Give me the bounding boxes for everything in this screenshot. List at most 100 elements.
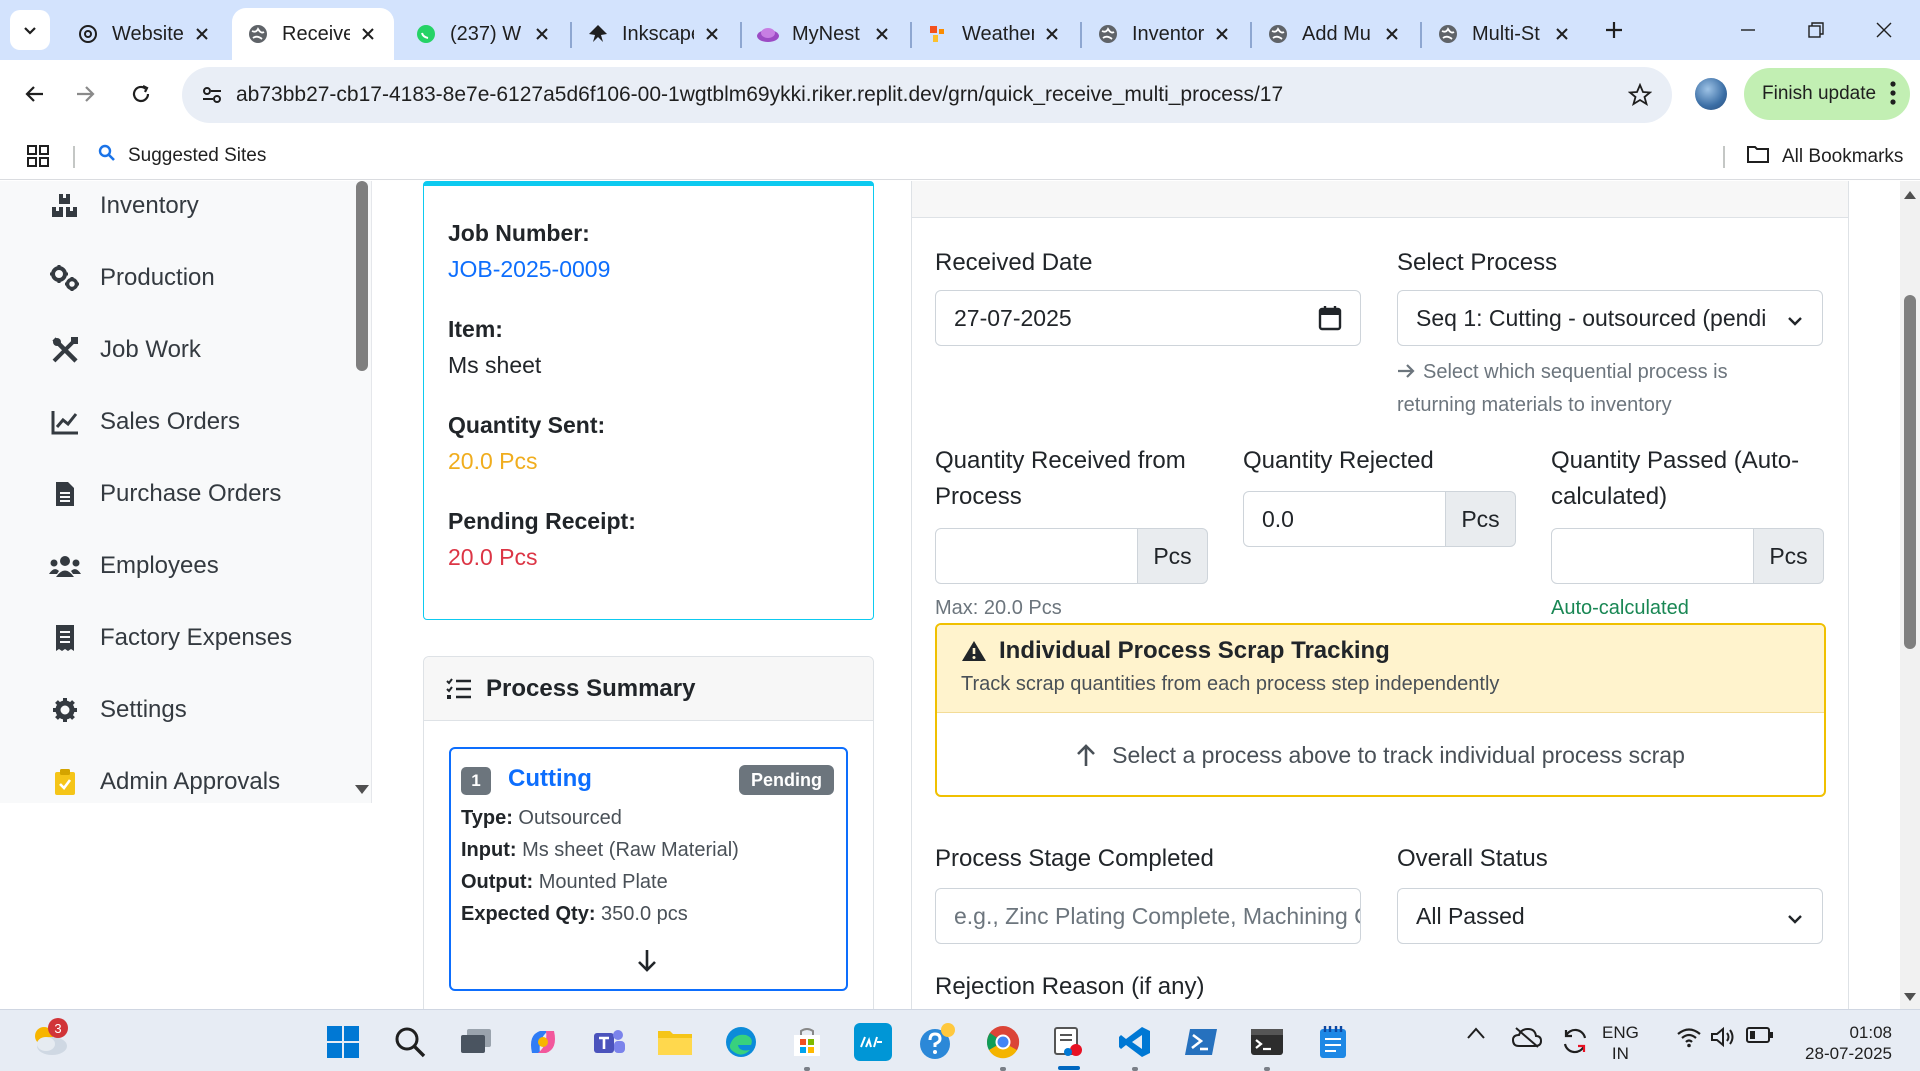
restore-button[interactable] <box>1796 10 1836 50</box>
reload-button[interactable] <box>119 72 163 116</box>
microsoft-store-icon[interactable] <box>788 1023 826 1061</box>
close-icon[interactable] <box>700 22 724 46</box>
quantity-passed-input[interactable] <box>1551 528 1754 584</box>
sidebar-item-factory-expenses[interactable]: Factory Expenses <box>48 618 292 658</box>
scroll-down-arrow-icon[interactable] <box>1903 989 1917 1007</box>
tab-mynest[interactable]: MyNest <box>742 8 908 60</box>
input-language-indicator[interactable]: ENG IN <box>1602 1022 1639 1064</box>
windows-start-icon[interactable] <box>324 1023 362 1061</box>
forward-button[interactable] <box>64 72 108 116</box>
site-info-button[interactable] <box>194 77 230 113</box>
notepad-icon[interactable] <box>1314 1023 1352 1061</box>
quantity-rejected-label: Quantity Rejected <box>1243 447 1434 474</box>
chrome-icon[interactable] <box>984 1023 1022 1061</box>
sync-icon[interactable] <box>1560 1026 1590 1056</box>
profile-avatar[interactable] <box>1695 78 1727 110</box>
received-date-input[interactable]: 27-07-2025 <box>935 290 1361 346</box>
sidebar-scrollbar-thumb[interactable] <box>356 181 368 371</box>
scroll-up-arrow-icon[interactable] <box>1903 187 1917 205</box>
vscode-icon[interactable] <box>1116 1023 1154 1061</box>
all-bookmarks-button[interactable]: All Bookmarks <box>1746 144 1903 170</box>
close-icon[interactable] <box>1040 22 1064 46</box>
tab-title: Inkscape <box>622 22 694 45</box>
url-text[interactable]: ab73bb27-cb17-4183-8e7e-6127a5d6f106-00-… <box>236 83 1283 107</box>
edge-icon[interactable] <box>722 1023 760 1061</box>
apps-grid-icon[interactable] <box>26 144 50 173</box>
sidebar-item-inventory[interactable]: Inventory <box>48 186 199 226</box>
quantity-rejected-input[interactable]: 0.0 <box>1243 491 1446 547</box>
sidebar-item-sales-orders[interactable]: Sales Orders <box>48 402 240 442</box>
teams-icon[interactable] <box>590 1023 628 1061</box>
tab-search-button[interactable] <box>10 10 50 50</box>
unit-addon: Pcs <box>1754 528 1824 584</box>
job-details-card: Job Number: JOB-2025-0009 Item: Ms sheet… <box>423 181 874 620</box>
tab-add-mu[interactable]: Add Mu <box>1252 8 1418 60</box>
process-item[interactable]: 1 Cutting Pending Type: Outsourced Input… <box>449 747 848 991</box>
finish-update-button[interactable]: Finish update <box>1744 68 1910 120</box>
clock-date: 28-07-2025 <box>1805 1044 1892 1063</box>
sidebar-item-employees[interactable]: Employees <box>48 546 219 586</box>
close-icon[interactable] <box>190 22 214 46</box>
help-icon[interactable] <box>918 1023 956 1061</box>
file-explorer-icon[interactable] <box>656 1023 694 1061</box>
tune-icon <box>203 87 221 103</box>
calendar-icon[interactable] <box>1318 305 1342 337</box>
tab-website[interactable]: Website <box>62 8 228 60</box>
sidebar-item-purchase-orders[interactable]: Purchase Orders <box>48 474 281 514</box>
close-icon[interactable] <box>1550 22 1574 46</box>
close-icon[interactable] <box>530 22 554 46</box>
show-hidden-icons-chevron-up-icon[interactable] <box>1466 1026 1486 1040</box>
tab-inkscape[interactable]: Inkscape <box>572 8 738 60</box>
volume-icon[interactable] <box>1710 1026 1736 1048</box>
scroll-down-arrow-icon[interactable] <box>354 782 370 800</box>
select-process-dropdown[interactable]: Seq 1: Cutting - outsourced (pending) <box>1397 290 1823 346</box>
sidebar-item-job-work[interactable]: Job Work <box>48 330 201 370</box>
address-bar[interactable]: ab73bb27-cb17-4183-8e7e-6127a5d6f106-00-… <box>182 67 1672 123</box>
process-input-value: Ms sheet (Raw Material) <box>522 839 739 861</box>
copilot-icon[interactable] <box>524 1023 562 1061</box>
unit-addon: Pcs <box>1446 491 1516 547</box>
quantity-received-input[interactable] <box>935 528 1138 584</box>
quantity-passed-label: Quantity Passed (Auto-calculated) <box>1551 447 1800 510</box>
tab-weather[interactable]: Weather <box>912 8 1078 60</box>
page-scrollbar-thumb[interactable] <box>1904 295 1916 649</box>
tab-multi-st[interactable]: Multi-St <box>1422 8 1588 60</box>
job-number-value[interactable]: JOB-2025-0009 <box>448 256 610 283</box>
powershell-icon[interactable] <box>1182 1023 1220 1061</box>
wifi-icon[interactable] <box>1676 1026 1702 1048</box>
overall-status-label: Overall Status <box>1397 845 1548 872</box>
search-icon[interactable] <box>391 1023 429 1061</box>
pending-receipt-label: Pending Receipt: <box>448 508 636 534</box>
page-scrollbar[interactable] <box>1900 181 1920 1009</box>
tab-receive[interactable]: Receive <box>232 8 394 60</box>
task-view-icon[interactable] <box>457 1023 495 1061</box>
sidebar-item-settings[interactable]: Settings <box>48 690 187 730</box>
sidebar-item-admin-approvals[interactable]: Admin Approvals <box>48 762 280 802</box>
myhp-icon[interactable] <box>854 1023 892 1061</box>
process-stage-placeholder: e.g., Zinc Plating Complete, Machining C… <box>954 902 1360 929</box>
clock[interactable]: 01:08 28-07-2025 <box>1792 1022 1892 1064</box>
sidebar-item-label: Inventory <box>100 192 199 219</box>
process-summary-header: Process Summary <box>424 657 873 721</box>
bookmark-suggested-sites[interactable]: Suggested Sites <box>98 144 266 168</box>
tab-inventor[interactable]: Inventor <box>1082 8 1248 60</box>
snipping-tool-icon[interactable] <box>1050 1023 1088 1061</box>
received-date-value: 27-07-2025 <box>954 304 1072 331</box>
battery-icon[interactable] <box>1746 1026 1774 1044</box>
tab-whatsapp[interactable]: (237) W <box>400 8 568 60</box>
minimize-button[interactable] <box>1728 10 1768 50</box>
overall-status-dropdown[interactable]: All Passed <box>1397 888 1823 944</box>
bookmark-star-button[interactable] <box>1626 81 1654 109</box>
close-icon[interactable] <box>1380 22 1404 46</box>
process-stage-input[interactable]: e.g., Zinc Plating Complete, Machining C… <box>935 888 1361 944</box>
arrow-down-icon <box>637 949 657 978</box>
close-icon[interactable] <box>870 22 894 46</box>
close-icon[interactable] <box>356 22 380 46</box>
terminal-icon[interactable] <box>1248 1023 1286 1061</box>
onedrive-icon[interactable] <box>1512 1026 1542 1048</box>
close-window-button[interactable] <box>1864 10 1904 50</box>
new-tab-button[interactable] <box>1598 14 1630 46</box>
back-button[interactable] <box>12 72 56 116</box>
close-icon[interactable] <box>1210 22 1234 46</box>
sidebar-item-production[interactable]: Production <box>48 258 215 298</box>
